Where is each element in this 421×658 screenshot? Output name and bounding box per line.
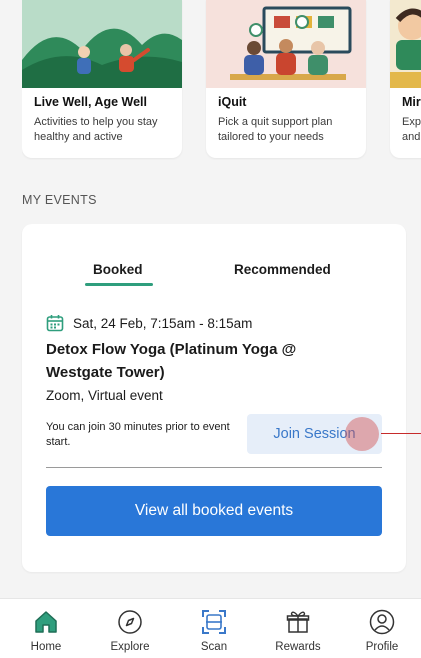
- event-datetime: Sat, 24 Feb, 7:15am - 8:15am: [73, 315, 253, 331]
- bottom-nav: Home Explore Scan Rewards Profile: [0, 598, 421, 658]
- program-card-partial[interactable]: Mir Exp and: [390, 0, 421, 158]
- tab-booked[interactable]: Booked: [93, 262, 143, 277]
- home-icon: [35, 611, 57, 633]
- nav-profile[interactable]: Profile: [342, 599, 421, 658]
- gift-icon: [286, 611, 310, 633]
- tab-recommended[interactable]: Recommended: [234, 262, 331, 277]
- live-well-illustration: [22, 0, 182, 88]
- event-location: Zoom, Virtual event: [46, 388, 163, 403]
- program-card-iquit[interactable]: iQuit Pick a quit support plan tailored …: [206, 0, 366, 158]
- program-card-live-well[interactable]: Live Well, Age Well Activities to help y…: [22, 0, 182, 158]
- nav-explore[interactable]: Explore: [90, 599, 170, 658]
- program-title: Mir: [402, 95, 421, 109]
- view-all-booked-events-button[interactable]: View all booked events: [46, 486, 382, 536]
- nav-label: Rewards: [275, 641, 321, 653]
- program-description: Pick a quit support plan tailored to you…: [218, 116, 333, 143]
- nav-label: Scan: [200, 641, 228, 653]
- section-title-my-events: MY EVENTS: [22, 193, 97, 207]
- profile-icon: [369, 609, 395, 635]
- scan-icon: [202, 610, 226, 634]
- active-tab-indicator: [85, 283, 153, 286]
- program-carousel[interactable]: Live Well, Age Well Activities to help y…: [22, 0, 421, 160]
- divider: [46, 467, 382, 468]
- iquit-illustration: [206, 0, 366, 88]
- program-description: Exp and: [402, 116, 421, 143]
- nav-rewards[interactable]: Rewards: [258, 599, 338, 658]
- program-title: Live Well, Age Well: [34, 95, 147, 109]
- program-description: Activities to help you stay healthy and …: [34, 116, 158, 143]
- nav-home[interactable]: Home: [6, 599, 86, 658]
- nav-label: Profile: [365, 641, 399, 653]
- nav-label: Home: [30, 641, 62, 653]
- touch-indicator: [345, 417, 379, 451]
- event-join-note: You can join 30 minutes prior to event s…: [46, 421, 230, 448]
- nav-label: Explore: [110, 641, 150, 653]
- annotation-pointer-line: [381, 433, 421, 434]
- mind-illustration: [390, 0, 421, 88]
- event-date-row: Sat, 24 Feb, 7:15am - 8:15am: [46, 314, 252, 332]
- program-title: iQuit: [218, 95, 247, 109]
- compass-icon: [118, 610, 142, 634]
- my-events-card: Booked Recommended Sat, 24 Feb, 7:15am -…: [22, 224, 406, 572]
- nav-scan[interactable]: Scan: [174, 599, 254, 658]
- event-title[interactable]: Detox Flow Yoga (Platinum Yoga @ Westgat…: [46, 338, 366, 384]
- calendar-icon: [46, 315, 64, 332]
